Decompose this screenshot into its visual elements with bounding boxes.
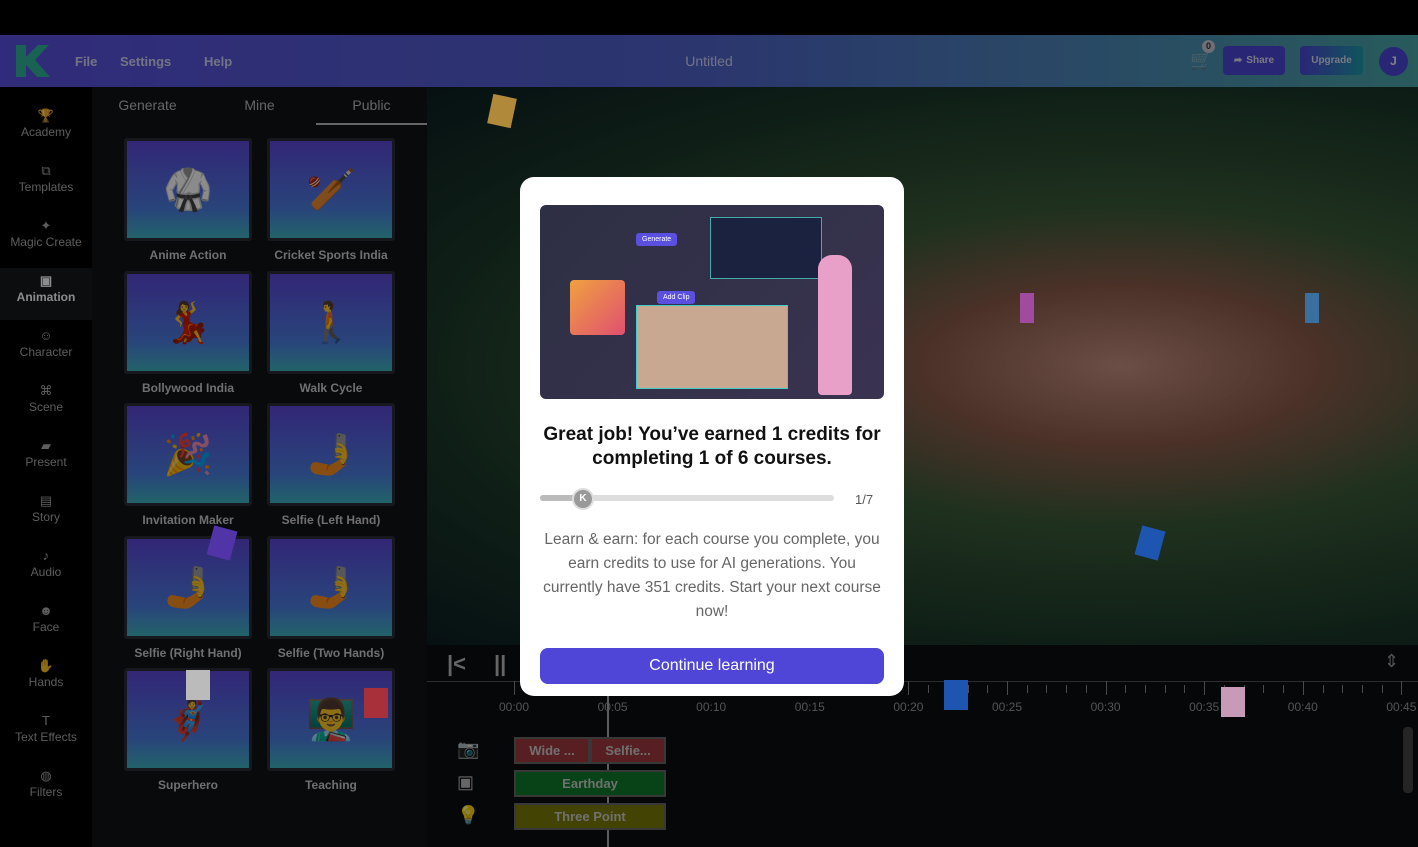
progress-knob-logo: K	[572, 488, 594, 510]
continue-learning-button[interactable]: Continue learning	[540, 648, 884, 684]
confetti	[1221, 687, 1245, 717]
modal-body: Learn & earn: for each course you comple…	[543, 531, 881, 620]
credits-modal: Generate Add Clip Great job! You’ve earn…	[520, 177, 904, 696]
progress-count: 1/7	[855, 492, 874, 507]
top-black-bar	[0, 0, 1418, 35]
confetti	[944, 680, 968, 710]
confetti	[186, 670, 210, 700]
illustration-character	[818, 255, 852, 395]
illustration-screen	[710, 217, 822, 279]
modal-title: Great job! You’ve earned 1 credits for c…	[543, 424, 881, 469]
confetti	[1020, 293, 1034, 323]
academy-illustration: Generate Add Clip	[540, 205, 884, 399]
illustration-card	[570, 280, 625, 335]
confetti	[364, 688, 388, 718]
illustration-photo	[636, 305, 788, 389]
illustration-label: Generate	[636, 233, 678, 246]
illustration-label: Add Clip	[657, 291, 696, 304]
confetti	[1305, 293, 1319, 323]
